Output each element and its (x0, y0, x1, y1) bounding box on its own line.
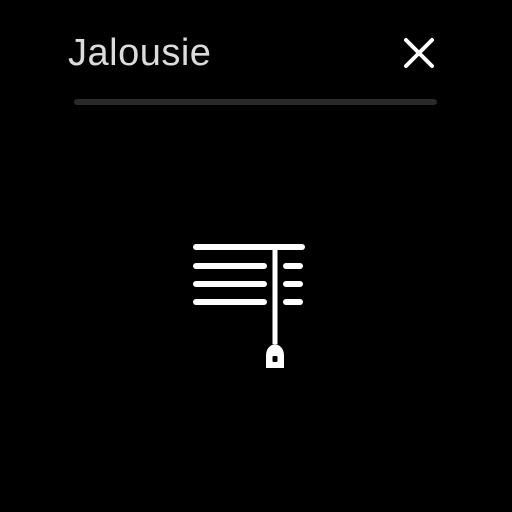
page-title: Jalousie (68, 32, 212, 74)
close-icon (404, 38, 434, 68)
window-blind-icon (193, 244, 305, 368)
close-button[interactable] (396, 30, 442, 76)
header-divider (74, 99, 437, 105)
jalousie-screen: Jalousie (0, 0, 512, 512)
